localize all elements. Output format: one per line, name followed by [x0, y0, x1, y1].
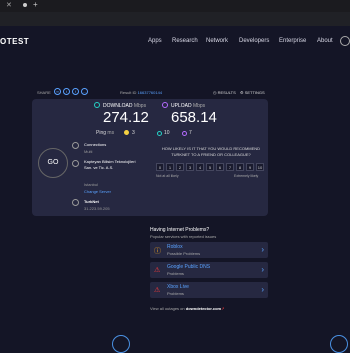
nav-network[interactable]: Network: [206, 38, 228, 44]
problem-name: Xbox Live: [167, 284, 189, 290]
problem-name: Google Public DNS: [167, 264, 211, 270]
host-ip: 31.223.59.205: [84, 206, 110, 211]
link-icon[interactable]: ∞: [54, 88, 61, 95]
connections-icon: [72, 142, 79, 149]
survey-question: HOW LIKELY IS IT THAT YOU WOULD RECOMMEN…: [161, 146, 261, 157]
account-icon[interactable]: [340, 36, 350, 46]
host-name: TurkNet: [84, 199, 99, 204]
view-all-outages: View all outages on downdetector.com↗: [150, 306, 225, 311]
survey-option-7[interactable]: 7: [226, 163, 234, 171]
nav-research[interactable]: Research: [172, 38, 198, 44]
download-icon: [94, 102, 100, 108]
download-ping-value: 10: [164, 130, 170, 136]
chevron-right-icon: ›: [261, 245, 264, 254]
problem-item-google-dns[interactable]: ⚠ Google Public DNS Problems ›: [150, 262, 268, 278]
new-tab-button[interactable]: +: [33, 0, 38, 9]
nav-apps[interactable]: Apps: [148, 38, 162, 44]
idle-ping-value: 3: [132, 130, 135, 136]
download-ping-icon: [157, 131, 162, 136]
chevron-right-icon: ›: [261, 285, 264, 294]
problems-title: Having Internet Problems?: [150, 227, 210, 233]
speedtest-logo[interactable]: OTEST: [0, 37, 29, 46]
upload-ping-icon: [182, 131, 187, 136]
nav-about[interactable]: About: [317, 38, 333, 44]
survey-option-2[interactable]: 2: [176, 163, 184, 171]
problem-item-xbox-live[interactable]: ⚠ Xbox Live Problems ›: [150, 282, 268, 298]
result-id: Result ID 16637760144: [120, 90, 163, 95]
survey-option-6[interactable]: 6: [216, 163, 224, 171]
survey-option-4[interactable]: 4: [196, 163, 204, 171]
problems-subtitle: Popular services with reported issues: [150, 234, 217, 239]
alert-icon: ⚠: [154, 287, 161, 294]
survey-option-0[interactable]: 0: [156, 163, 164, 171]
survey-option-5[interactable]: 5: [206, 163, 214, 171]
facebook-icon[interactable]: f: [72, 88, 79, 95]
warning-icon: ⓘ: [154, 248, 161, 255]
isp-name: Kapteyan Bilisim Teknolojileri San. ve T…: [84, 159, 136, 170]
tab-dot-icon: [23, 3, 27, 7]
decorative-circle-icon: [112, 335, 130, 353]
chevron-right-icon: ›: [261, 265, 264, 274]
survey-option-9[interactable]: 9: [246, 163, 254, 171]
more-icon[interactable]: …: [81, 88, 88, 95]
tab-close-icon[interactable]: ✕: [6, 1, 12, 9]
survey-high-label: Extremely likely: [234, 174, 259, 178]
connections-label: Connections: [84, 142, 107, 147]
nav-developers[interactable]: Developers: [239, 38, 269, 44]
result-id-link[interactable]: 16637760144: [138, 90, 162, 95]
idle-ping-icon: [124, 130, 129, 135]
share-label: SHARE: [37, 90, 51, 95]
survey-option-1[interactable]: 1: [166, 163, 174, 171]
download-value: 274.12: [103, 109, 149, 126]
upload-ping-value: 7: [189, 130, 192, 136]
browser-tab-bar: ✕ +: [0, 0, 350, 12]
downdetector-mark-icon: ↗: [221, 306, 225, 311]
ping-label: Ping ms: [96, 130, 115, 136]
upload-icon: [162, 102, 168, 108]
results-link[interactable]: ◷ RESULTS: [213, 90, 236, 95]
settings-link[interactable]: ⚙ SETTINGS: [240, 90, 265, 95]
alert-icon: ⚠: [154, 267, 161, 274]
downdetector-link[interactable]: downdetector.com: [186, 306, 221, 311]
problem-status: Problems: [167, 271, 184, 276]
twitter-icon[interactable]: t: [63, 88, 70, 95]
survey-option-8[interactable]: 8: [236, 163, 244, 171]
problem-item-roblox[interactable]: ⓘ Roblox Possible Problems ›: [150, 242, 268, 258]
decorative-circle-icon: [330, 335, 348, 353]
problem-name: Roblox: [167, 244, 183, 250]
go-button[interactable]: GO: [38, 148, 68, 178]
browser-toolbar: [0, 12, 350, 26]
server-location: Istanbul: [84, 182, 99, 187]
connections-value[interactable]: Multi: [84, 149, 92, 154]
isp-icon: [72, 160, 79, 167]
problem-status: Problems: [167, 291, 184, 296]
change-server-link[interactable]: Change Server: [84, 189, 111, 194]
problem-status: Possible Problems: [167, 251, 201, 256]
host-icon: [72, 199, 79, 206]
upload-value: 658.14: [171, 109, 217, 126]
survey-option-3[interactable]: 3: [186, 163, 194, 171]
survey-low-label: Not at all likely: [156, 174, 179, 178]
survey-option-10[interactable]: 10: [256, 163, 264, 171]
nav-enterprise[interactable]: Enterprise: [279, 38, 306, 44]
